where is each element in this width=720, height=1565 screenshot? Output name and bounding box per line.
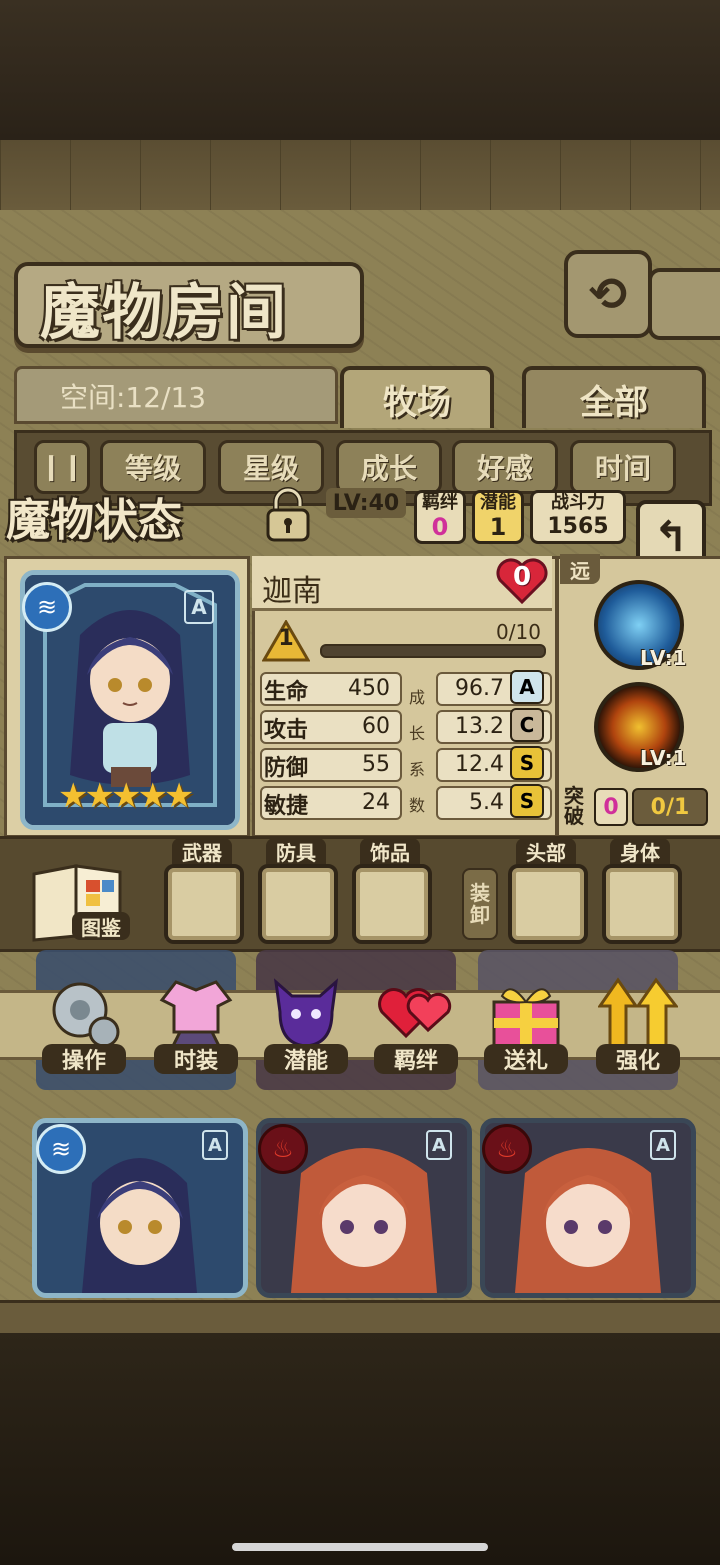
skill-2-level: LV:1	[640, 746, 687, 770]
power-label: 战斗力	[549, 492, 607, 513]
tab-pasture[interactable]: 牧场	[340, 366, 494, 428]
page-title: 魔物房间	[40, 278, 288, 348]
power-value: 1565	[547, 514, 609, 539]
stat-value-attack: 60	[362, 714, 390, 739]
action-label-costume: 时装	[154, 1044, 238, 1074]
sort-time-button[interactable]: 时间	[570, 440, 676, 494]
stat-value-agility: 24	[362, 790, 390, 815]
exp-text: 0/10	[496, 620, 541, 644]
potential-label: 潜能	[478, 492, 518, 513]
panel-bottom-edge	[0, 1300, 720, 1333]
stat-label-agility: 敏捷	[264, 794, 309, 819]
level-tag: LV:40	[326, 488, 406, 518]
grade-badge-defense: S	[510, 746, 544, 780]
bond-label: 羁绊	[420, 492, 460, 513]
rarity-badge: A	[184, 590, 214, 624]
pause-icon: ❙❙	[40, 452, 84, 482]
break-count: 0	[594, 788, 628, 826]
panel-top-edge	[0, 140, 720, 210]
stat-label-attack: 攻击	[264, 718, 309, 743]
rarity-badge: A	[202, 1130, 228, 1160]
action-label-bond: 羁绊	[374, 1044, 458, 1074]
slot-label-head: 头部	[516, 838, 576, 865]
return-arrow-icon: ↰	[653, 511, 689, 561]
action-label-upgrade: 强化	[596, 1044, 680, 1074]
monster-name: 迦南	[262, 574, 322, 609]
unequip-button[interactable]: 装卸	[462, 868, 498, 940]
tab-all[interactable]: 全部	[522, 366, 706, 428]
grade-badge-attack: C	[510, 708, 544, 742]
growth-label-3: 系	[408, 760, 425, 779]
stat-value-defense: 55	[362, 752, 390, 777]
potential-value: 1	[489, 513, 507, 541]
action-label-gift: 送礼	[484, 1044, 568, 1074]
head-slot[interactable]	[508, 864, 588, 944]
growth-value-agility: 5.4	[469, 790, 504, 815]
growth-label-4: 数	[408, 796, 425, 815]
rarity-badge: A	[650, 1130, 676, 1160]
growth-value-hp: 96.7	[455, 676, 504, 701]
space-count: 空间:12/13	[60, 381, 207, 414]
accessory-slot[interactable]	[352, 864, 432, 944]
break-progress: 0/1	[632, 788, 708, 826]
growth-label-1: 成	[408, 688, 425, 707]
skill-1-level: LV:1	[640, 646, 687, 670]
water-element-icon: ≋	[22, 582, 72, 632]
range-badge: 远	[560, 554, 600, 584]
break-label: 突破	[564, 784, 584, 828]
monster-status-label: 魔物状态	[6, 495, 182, 546]
power-counter: 战斗力 1565	[530, 490, 626, 544]
slot-label-armor: 防具	[266, 838, 326, 865]
fire-element-icon: ♨	[482, 1124, 532, 1174]
home-indicator[interactable]	[232, 1543, 488, 1551]
grade-badge-hp: A	[510, 670, 544, 704]
fire-element-icon: ♨	[258, 1124, 308, 1174]
water-element-icon: ≋	[36, 1124, 86, 1174]
bottom-background	[0, 1330, 720, 1565]
side-tab[interactable]	[648, 268, 720, 340]
grade-badge-agility: S	[510, 784, 544, 818]
affection-value: 0	[512, 562, 532, 592]
bond-value: 0	[431, 513, 449, 541]
action-label-potential: 潜能	[264, 1044, 348, 1074]
stat-label-hp: 生命	[264, 680, 309, 705]
potential-counter: 潜能 1	[472, 490, 524, 544]
rank-value: 1	[278, 626, 294, 651]
weapon-slot[interactable]	[164, 864, 244, 944]
rarity-badge: A	[426, 1130, 452, 1160]
armor-slot[interactable]	[258, 864, 338, 944]
sort-affection-button[interactable]: 好感	[452, 440, 558, 494]
stat-label-defense: 防御	[264, 756, 309, 781]
back-button[interactable]: ⟲	[564, 250, 652, 338]
slot-label-body: 身体	[610, 838, 670, 865]
growth-value-defense: 12.4	[455, 752, 504, 777]
growth-value-attack: 13.2	[455, 714, 504, 739]
body-slot[interactable]	[602, 864, 682, 944]
bond-counter: 羁绊 0	[414, 490, 466, 544]
lock-icon[interactable]	[262, 486, 314, 542]
return-icon: ⟲	[588, 267, 628, 321]
exp-bar	[320, 644, 546, 658]
top-background	[0, 0, 720, 140]
stat-value-hp: 450	[348, 676, 390, 701]
slot-label-accessory: 饰品	[360, 838, 420, 865]
slot-label-weapon: 武器	[172, 838, 232, 865]
growth-label-2: 长	[408, 724, 425, 743]
book-label: 图鉴	[72, 912, 130, 940]
sort-growth-button[interactable]: 成长	[336, 440, 442, 494]
action-label-operate: 操作	[42, 1044, 126, 1074]
star-rating: ★★★★★	[58, 776, 194, 816]
